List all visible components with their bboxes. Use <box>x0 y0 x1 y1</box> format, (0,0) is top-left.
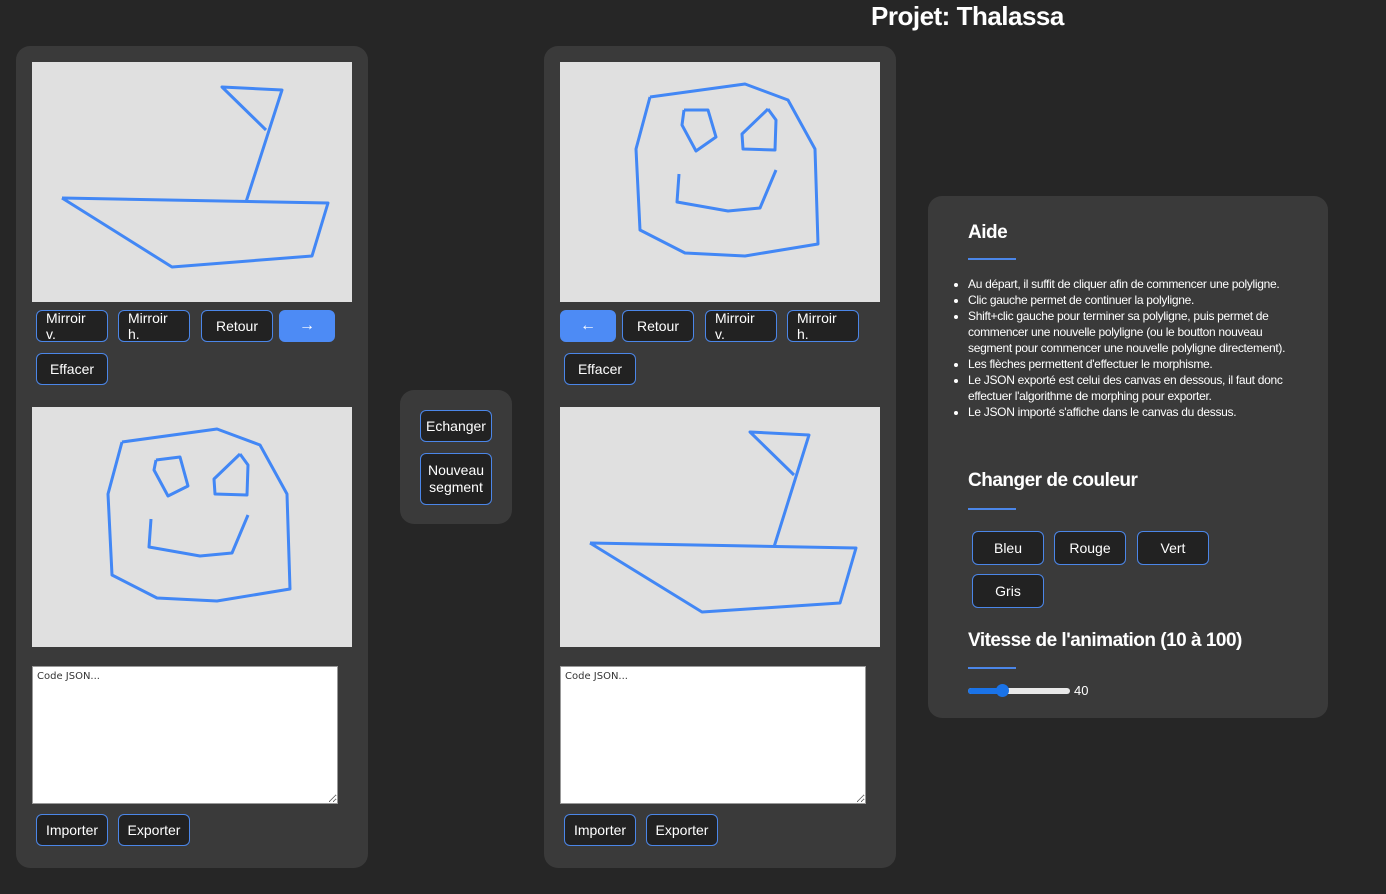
help-title-underline <box>968 258 1016 260</box>
top-canvas-boat[interactable] <box>32 62 352 302</box>
help-list: Au départ, il suffit de cliquer afin de … <box>950 276 1298 420</box>
help-item: Au départ, il suffit de cliquer afin de … <box>968 276 1298 292</box>
left-json-input[interactable] <box>32 666 338 804</box>
morph-right-arrow-button[interactable]: → <box>279 310 335 342</box>
mirror-v-button[interactable]: Mirroir v. <box>36 310 108 342</box>
help-item: Le JSON importé s'affiche dans le canvas… <box>968 404 1298 420</box>
speed-slider[interactable] <box>968 683 1070 697</box>
bottom-canvas-boat[interactable] <box>560 407 880 647</box>
help-item: Les flèches permettent d'effectuer le mo… <box>968 356 1298 372</box>
clear-button[interactable]: Effacer <box>36 353 108 385</box>
top-canvas-face[interactable] <box>560 62 880 302</box>
morph-left-arrow-button[interactable]: ← <box>560 310 616 342</box>
help-item: Shift+clic gauche pour terminer sa polyl… <box>968 308 1298 356</box>
face-drawing <box>634 82 820 258</box>
help-title: Aide <box>968 222 1008 243</box>
bottom-canvas-face[interactable] <box>32 407 352 647</box>
color-section-title: Changer de couleur <box>968 470 1138 491</box>
speed-title-underline <box>968 667 1016 669</box>
new-segment-button[interactable]: Nouveau segment <box>420 453 492 505</box>
mirror-v-button[interactable]: Mirroir v. <box>705 310 777 342</box>
boat-drawing <box>589 430 858 614</box>
back-button[interactable]: Retour <box>622 310 694 342</box>
clear-button[interactable]: Effacer <box>564 353 636 385</box>
export-button[interactable]: Exporter <box>118 814 190 846</box>
export-button[interactable]: Exporter <box>646 814 718 846</box>
speed-section-title: Vitesse de l'animation (10 à 100) <box>968 630 1242 651</box>
import-button[interactable]: Importer <box>36 814 108 846</box>
import-button[interactable]: Importer <box>564 814 636 846</box>
right-panel: ← Retour Mirroir v. Mirroir h. Effacer I… <box>544 46 896 868</box>
new-segment-label: Nouveau segment <box>427 462 485 495</box>
back-button[interactable]: Retour <box>201 310 273 342</box>
swap-button[interactable]: Echanger <box>420 410 492 442</box>
right-json-input[interactable] <box>560 666 866 804</box>
color-blue-button[interactable]: Bleu <box>972 531 1044 565</box>
help-item: Le JSON exporté est celui des canvas en … <box>968 372 1298 404</box>
speed-slider-row: 40 <box>968 683 1088 698</box>
mirror-h-button[interactable]: Mirroir h. <box>787 310 859 342</box>
middle-panel: Echanger Nouveau segment <box>400 390 512 524</box>
boat-drawing <box>61 85 330 269</box>
help-item: Clic gauche permet de continuer la polyl… <box>968 292 1298 308</box>
mirror-h-button[interactable]: Mirroir h. <box>118 310 190 342</box>
speed-slider-thumb[interactable] <box>995 683 1009 697</box>
color-gray-button[interactable]: Gris <box>972 574 1044 608</box>
page-title: Projet: Thalassa <box>871 1 1064 31</box>
color-green-button[interactable]: Vert <box>1137 531 1209 565</box>
color-red-button[interactable]: Rouge <box>1054 531 1126 565</box>
left-panel: Mirroir v. Mirroir h. Retour → Effacer I… <box>16 46 368 868</box>
face-drawing <box>106 427 292 603</box>
help-panel: Aide Au départ, il suffit de cliquer afi… <box>928 196 1328 718</box>
speed-value: 40 <box>1074 683 1089 698</box>
color-title-underline <box>968 508 1016 510</box>
